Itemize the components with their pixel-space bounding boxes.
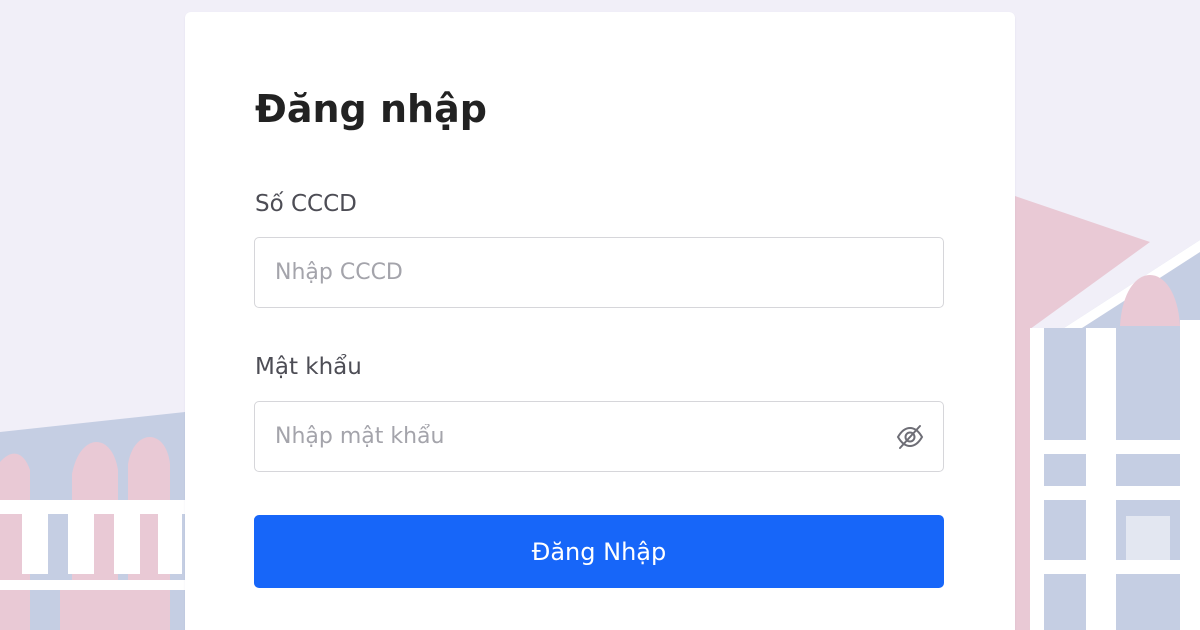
- cccd-label: Số CCCD: [255, 191, 357, 217]
- left-building: [0, 412, 185, 630]
- login-page: Đăng nhập Số CCCD Mật khẩu Đăng Nhập: [0, 0, 1200, 630]
- password-visibility-toggle[interactable]: [895, 422, 925, 452]
- login-card: Đăng nhập Số CCCD Mật khẩu Đăng Nhập: [185, 12, 1015, 630]
- cccd-input[interactable]: [255, 238, 943, 307]
- cccd-field: [254, 237, 944, 308]
- right-building: [1015, 196, 1200, 630]
- password-input[interactable]: [255, 402, 943, 471]
- eye-off-icon: [896, 425, 924, 449]
- page-title: Đăng nhập: [255, 87, 487, 131]
- password-label: Mật khẩu: [255, 354, 362, 380]
- login-button[interactable]: Đăng Nhập: [254, 515, 944, 588]
- password-field: [254, 401, 944, 472]
